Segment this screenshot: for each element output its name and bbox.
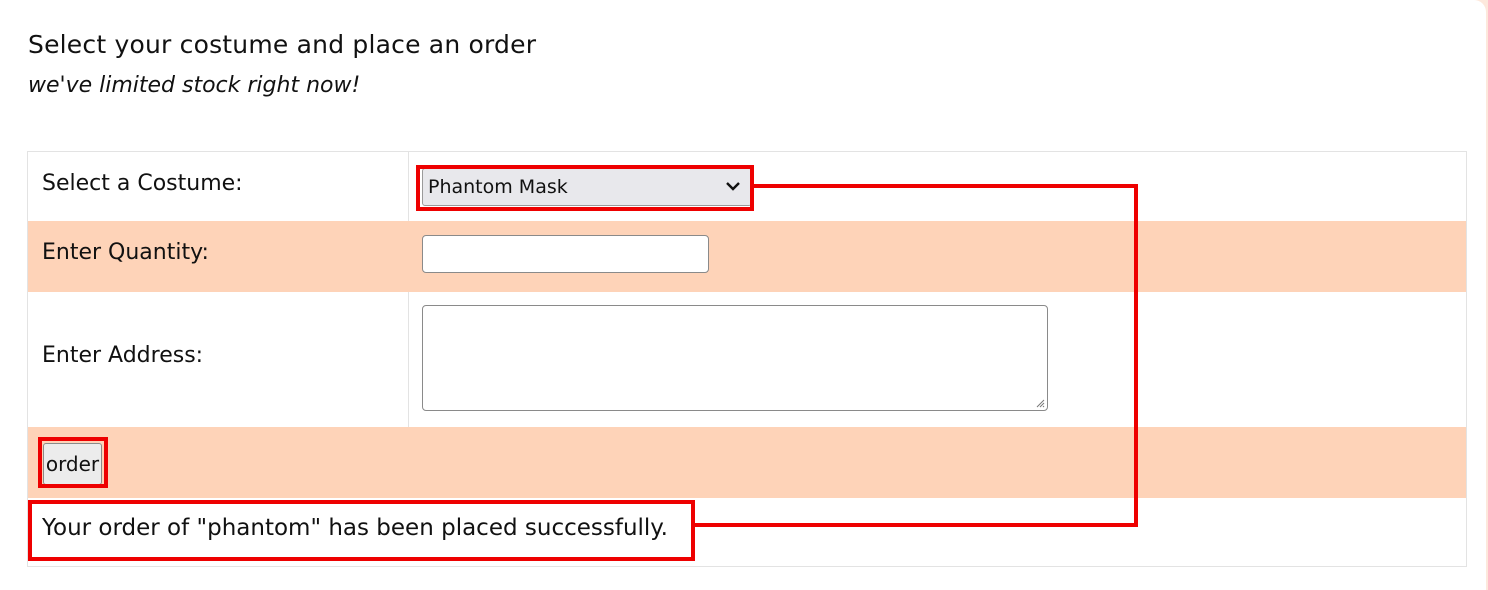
highlight-order-button	[38, 437, 108, 488]
order-page: Select your costume and place an order w…	[0, 0, 1486, 590]
quantity-row: Enter Quantity:	[28, 221, 1466, 292]
connector-line-vertical	[1134, 184, 1138, 527]
page-subtitle: we've limited stock right now!	[28, 73, 361, 98]
order-row: order	[28, 427, 1466, 498]
column-divider	[408, 292, 409, 427]
costume-label: Select a Costume:	[42, 171, 243, 196]
address-textarea[interactable]	[422, 305, 1048, 411]
column-divider	[408, 152, 409, 221]
quantity-input[interactable]	[422, 235, 709, 273]
resize-grip-icon[interactable]	[1035, 398, 1045, 408]
page-title: Select your costume and place an order	[28, 30, 537, 59]
quantity-label: Enter Quantity:	[42, 240, 209, 265]
highlight-costume-select	[416, 165, 754, 211]
connector-line-bottom	[695, 523, 1138, 527]
address-label: Enter Address:	[42, 343, 204, 368]
highlight-success-message	[28, 500, 695, 561]
address-row: Enter Address:	[28, 292, 1466, 427]
connector-line-top	[754, 184, 1138, 188]
